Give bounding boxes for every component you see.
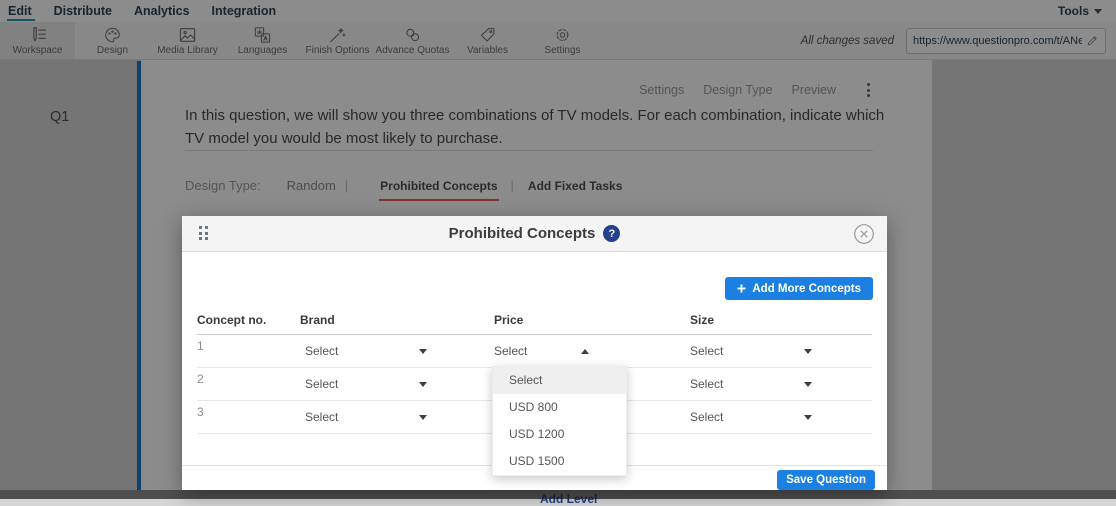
dropdown-option[interactable]: USD 800: [493, 394, 626, 421]
select-value: Select: [690, 344, 723, 358]
select-value: Select: [305, 410, 338, 424]
select-value: Select: [305, 377, 338, 391]
modal-title-wrap: Prohibited Concepts ?: [182, 216, 887, 251]
concept-number: 3: [197, 401, 300, 419]
chevron-down-icon: [419, 415, 427, 420]
help-icon[interactable]: ?: [603, 225, 620, 242]
select-value: Select: [494, 344, 527, 358]
save-question-button[interactable]: Save Question: [777, 470, 875, 490]
brand-select-row3[interactable]: Select: [305, 410, 427, 424]
col-header-price: Price: [494, 313, 690, 327]
select-value: Select: [690, 410, 723, 424]
dropdown-option[interactable]: Select: [493, 367, 626, 394]
size-select-row2[interactable]: Select: [690, 377, 812, 391]
modal-title: Prohibited Concepts: [449, 225, 596, 242]
chevron-down-icon: [419, 349, 427, 354]
price-select-row1[interactable]: Select: [494, 344, 589, 358]
close-icon[interactable]: [853, 223, 875, 245]
prohibited-concepts-modal: Prohibited Concepts ? Add More Concepts …: [182, 216, 887, 490]
col-header-brand: Brand: [300, 313, 494, 327]
select-value: Select: [690, 377, 723, 391]
col-header-size: Size: [690, 313, 872, 327]
add-more-concepts-button[interactable]: Add More Concepts: [725, 277, 873, 300]
add-more-concepts-label: Add More Concepts: [752, 283, 861, 295]
brand-select-row2[interactable]: Select: [305, 377, 427, 391]
size-select-row3[interactable]: Select: [690, 410, 812, 424]
dropdown-option[interactable]: USD 1500: [493, 448, 626, 475]
table-header-row: Concept no. Brand Price Size: [197, 313, 872, 335]
brand-select-row1[interactable]: Select: [305, 344, 427, 358]
chevron-down-icon: [419, 382, 427, 387]
dropdown-option[interactable]: USD 1200: [493, 421, 626, 448]
chevron-down-icon: [804, 415, 812, 420]
concept-number: 1: [197, 335, 300, 353]
table-row: 1 Select Select Select: [197, 335, 872, 368]
size-select-row1[interactable]: Select: [690, 344, 812, 358]
concept-number: 2: [197, 368, 300, 386]
chevron-down-icon: [804, 349, 812, 354]
chevron-up-icon: [581, 349, 589, 354]
plus-icon: [737, 284, 746, 293]
col-header-concept-no: Concept no.: [197, 313, 300, 327]
modal-header: Prohibited Concepts ?: [182, 216, 887, 252]
select-value: Select: [305, 344, 338, 358]
price-dropdown-panel: Select USD 800 USD 1200 USD 1500: [492, 366, 627, 476]
chevron-down-icon: [804, 382, 812, 387]
